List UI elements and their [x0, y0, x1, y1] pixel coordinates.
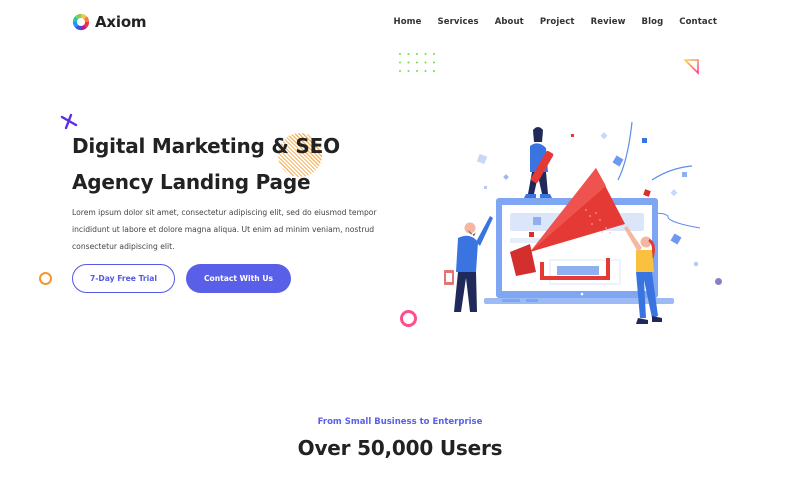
nav-about[interactable]: About: [495, 17, 524, 27]
color-wheel-icon: [72, 13, 90, 31]
orange-ring-decoration: [39, 272, 52, 285]
brand-logo[interactable]: Axiom: [72, 13, 147, 31]
pink-ring-decoration: [400, 310, 417, 327]
hero-title-line1: Digital Marketing & SEO: [72, 134, 340, 158]
hero-description: Lorem ipsum dolor sit amet, consectetur …: [72, 208, 377, 251]
contact-button[interactable]: Contact With Us: [186, 264, 291, 293]
green-dot-grid-decoration: [399, 53, 435, 72]
main-nav: Home Services About Project Review Blog …: [394, 17, 718, 27]
nav-services[interactable]: Services: [437, 17, 478, 27]
hero-title-line2: Agency Landing Page: [72, 170, 311, 194]
nav-review[interactable]: Review: [591, 17, 626, 27]
stats-heading: Over 50,000 Users: [297, 436, 503, 460]
site-header: Axiom Home Services About Project Review…: [0, 0, 800, 46]
stats-subheading: From Small Business to Enterprise: [317, 417, 483, 427]
brand-name: Axiom: [95, 13, 147, 31]
nav-contact[interactable]: Contact: [679, 17, 717, 27]
hero-title: Digital Marketing & SEO Agency Landing P…: [72, 128, 340, 200]
marketing-megaphone-laptop-illustration: [444, 121, 701, 324]
free-trial-button[interactable]: 7-Day Free Trial: [72, 264, 175, 293]
man-pointing-figure: [444, 216, 493, 312]
nav-home[interactable]: Home: [394, 17, 422, 27]
nav-project[interactable]: Project: [540, 17, 575, 27]
person-on-laptop-figure: [524, 127, 554, 198]
nav-blog[interactable]: Blog: [642, 17, 664, 27]
triangle-decoration: [684, 59, 699, 75]
